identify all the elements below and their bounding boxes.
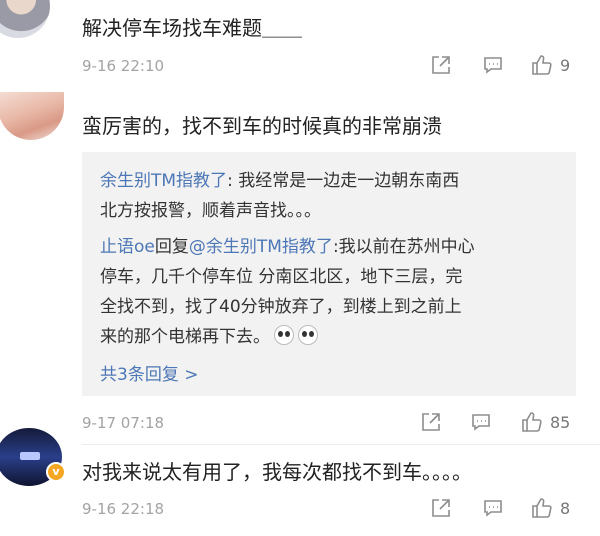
share-button[interactable] <box>420 411 442 433</box>
reply-text: 全找不到，找了40分钟放弃了，到楼上到之前上 <box>100 297 462 317</box>
like-count: 9 <box>560 55 571 75</box>
comment-time: 9-16 22:18 <box>82 500 165 518</box>
comment-icon <box>484 57 502 74</box>
verified-badge-icon: v <box>46 462 66 482</box>
reply-text: 来的那个电梯再下去。 <box>100 327 270 347</box>
comment-text: 蛮厉害的，找不到车的时候真的非常崩溃 <box>82 114 442 138</box>
share-button[interactable] <box>430 497 452 519</box>
comment-icon <box>484 500 502 517</box>
comment-button[interactable] <box>482 497 504 519</box>
comment-time: 9-17 07:18 <box>82 414 165 432</box>
reply-box: 余生别TM指教了: 我经常是一边走一边朝东南西 北方按报警，顺着声音找。。。 止… <box>82 152 576 396</box>
reply-line: 余生别TM指教了: 我经常是一边走一边朝东南西 <box>100 166 459 191</box>
avatar[interactable] <box>0 92 64 140</box>
reply-line: 来的那个电梯再下去。 <box>100 322 318 347</box>
like-button[interactable]: 85 <box>520 410 570 434</box>
thumbs-up-icon <box>532 55 552 75</box>
reply-label: 回复 <box>154 237 189 257</box>
reply-text: 北方按报警，顺着声音找。。。 <box>100 201 321 221</box>
more-replies-link[interactable]: 共3条回复 > <box>100 360 198 385</box>
comment-text: 解决停车场找车难题＿＿ <box>82 16 302 40</box>
reply-text: : 我经常是一边走一边朝东南西 <box>227 171 460 191</box>
share-icon <box>422 413 440 431</box>
comment-icon <box>472 414 490 431</box>
like-count: 8 <box>560 498 571 518</box>
share-button[interactable] <box>430 54 452 76</box>
reply-username[interactable]: 止语oe <box>100 237 155 257</box>
like-button[interactable]: 9 <box>530 53 570 77</box>
reply-mention[interactable]: @余生别TM指教了 <box>189 237 333 257</box>
panda-emoji-icon <box>298 325 318 345</box>
comment-text: 对我来说太有用了，我每次都找不到车。。。。 <box>82 460 472 484</box>
thumbs-up-icon <box>522 412 542 432</box>
share-icon <box>432 499 450 517</box>
reply-text: :我以前在苏州中心 <box>332 237 475 257</box>
reply-text: 停车，几千个停车位 分南区北区，地下三层，完 <box>100 267 463 287</box>
comment-button[interactable] <box>482 54 504 76</box>
reply-username[interactable]: 余生别TM指教了 <box>100 171 227 191</box>
like-button[interactable]: 8 <box>530 496 570 520</box>
like-count: 85 <box>550 412 571 432</box>
divider <box>82 444 600 445</box>
share-icon <box>432 56 450 74</box>
avatar[interactable] <box>0 0 50 38</box>
reply-line: 止语oe回复@余生别TM指教了:我以前在苏州中心 <box>100 232 475 257</box>
panda-emoji-icon <box>274 325 294 345</box>
thumbs-up-icon <box>532 498 552 518</box>
comment-button[interactable] <box>470 411 492 433</box>
comment-time: 9-16 22:10 <box>82 57 165 75</box>
